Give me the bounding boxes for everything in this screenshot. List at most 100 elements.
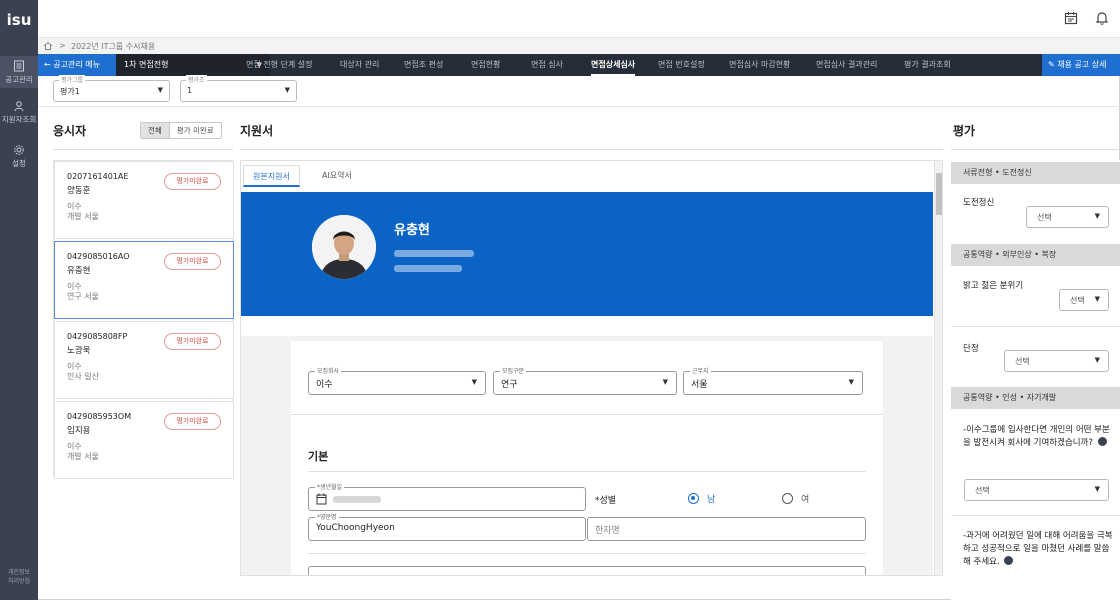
applicant-card[interactable]: 0429085808FP 노광욱 이수 인사 일산 평가미완료 [54,321,234,399]
rail-item-applicants[interactable]: 지원자조회 [0,100,38,130]
profile-banner: 유충현 [241,192,933,316]
applicant-name: 임지용 [67,426,91,436]
back-to-menu-button[interactable]: ← 공고관리 메뉴 [38,54,116,76]
filter-incomplete-button[interactable]: 평가 미완료 [168,123,221,138]
applicant-card[interactable]: 0429085953OM 임지용 이수 개발 서울 평가미완료 [54,401,234,479]
rail-item-settings[interactable]: 설정 [0,144,38,174]
breadcrumb: > 2022년 IT그룹 수시채용 [38,38,1120,54]
eval-score-value: 선택 [1070,296,1085,305]
company-label: 모집회사 [315,366,342,375]
eval-score-value: 선택 [1015,357,1030,366]
nav-tab-interview-status[interactable]: 면접현황 [471,54,500,76]
help-icon[interactable] [1004,556,1014,565]
gender-male-radio[interactable] [688,493,699,504]
form-divider [308,471,866,472]
gear-icon [14,145,24,155]
eval-score-select[interactable]: 선택 ▼ [1026,206,1109,228]
privacy-policy-link[interactable]: 개인정보 처리방침 [0,568,38,586]
nav-tab-result-lookup[interactable]: 평가 결과조회 [904,54,951,76]
location-select[interactable]: 근무지 서울 ▼ [683,366,863,395]
breadcrumb-separator: > [59,41,66,50]
top-bar [38,0,1120,38]
eval-section-header: 공통역량 • 인성 • 자기개발 [951,387,1120,409]
nav-tab-group-formation[interactable]: 면접조 편성 [404,54,443,76]
status-badge: 평가미완료 [164,333,221,350]
bell-icon[interactable] [1094,10,1110,26]
eval-score-value: 선택 [1037,213,1052,222]
applicant-card[interactable]: 0429085016AO 유충현 이수 연구 서울 평가미완료 [54,241,234,319]
nav-tab-detailed-review[interactable]: 면접상세심사 [591,54,636,76]
birthdate-label: *생년월일 [315,482,345,491]
title-divider [53,149,233,150]
applicant-name: 유충현 [67,266,91,276]
status-badge: 평가미완료 [164,253,221,270]
caret-down-icon: ▼ [1094,356,1100,364]
rail-item-job-posting[interactable]: 공고관리 [0,56,38,88]
document-icon [14,60,24,72]
job-posting-detail-button[interactable]: ✎ 채용 공고 상세 [1042,54,1120,76]
eval-section-header: 공통역량 • 외부인상 • 복장 [951,244,1120,266]
category-select[interactable]: 모집구분 연구 ▼ [493,366,677,395]
english-name-value: YouChoongHyeon [316,523,395,533]
calendar-icon[interactable] [1063,10,1079,26]
document-scrollbar[interactable] [934,161,942,575]
company-select[interactable]: 모집회사 이수 ▼ [308,366,486,395]
gender-male-label: 남 [707,495,716,505]
applicant-id: 0429085808FP [67,332,128,341]
english-name-field[interactable]: *영문명 YouChoongHyeon [308,512,586,541]
status-badge: 평가미완료 [164,173,221,190]
hanja-name-field[interactable]: 한자명 [587,517,866,541]
nav-tab-interview-review[interactable]: 면접 심사 [531,54,563,76]
eval-question: -과거에 어려웠던 일에 대해 어려움을 극복하고 성공적으로 일을 마쳤던 사… [963,530,1115,569]
evaluation-panel: 서류전형 • 도전정신 도전정신 선택 ▼ 공통역량 • 외부인상 • 복장 밝… [951,160,1120,600]
nav-tab-stage-settings[interactable]: 면접 전형 단계 설정 [246,54,313,76]
caret-down-icon: ▼ [1094,485,1100,493]
document-tabs: 원본지원서 AI요약서 [241,161,934,191]
eval-score-select[interactable]: 선택 ▼ [964,479,1109,501]
applicant-dept: 인사 일산 [67,372,99,381]
eval-score-select[interactable]: 선택 ▼ [1059,289,1109,311]
left-rail: isu 공고관리 지원자조회 설정 개인정보 처리방침 [0,0,38,600]
home-icon[interactable] [43,41,53,51]
caret-down-icon: ▼ [471,378,477,386]
applicant-dept: 개발 서울 [67,212,99,221]
eval-team-value: 1 [187,86,193,95]
profile-name: 유충현 [394,223,430,238]
breadcrumb-current[interactable]: 2022년 IT그룹 수시채용 [71,41,155,52]
applicant-id: 0429085016AO [67,252,130,261]
eval-team-select[interactable]: 평가조 1 ▼ [180,75,297,102]
isu-logo: isu [6,11,32,29]
nav-tab-target-management[interactable]: 대상자 관리 [340,54,379,76]
rail-label: 설정 [12,159,26,168]
eval-divider [951,515,1120,516]
cta-label: 채용 공고 상세 [1057,60,1107,69]
nav-tab-result-management[interactable]: 면접심사 결과관리 [816,54,877,76]
eval-group-select[interactable]: 평가그룹 평가1 ▼ [53,75,170,102]
section-basic-title: 기본 [308,450,329,463]
title-divider [951,149,1120,150]
next-field[interactable] [308,566,866,575]
birthdate-field[interactable]: *생년월일 [308,482,586,511]
eval-score-select[interactable]: 선택 ▼ [1004,350,1109,372]
nav-tab-closing-status[interactable]: 면접심사 마감현황 [729,54,790,76]
eval-item-label: 단정 [963,344,979,354]
filter-all-button[interactable]: 전체 [141,123,169,138]
eval-item-label: 도전정신 [963,198,995,208]
help-icon[interactable] [1097,437,1107,446]
nav-tab-number-settings[interactable]: 면접 번호설정 [658,54,705,76]
tab-ai-summary[interactable]: AI요약서 [313,165,361,187]
eval-section-header: 서류전형 • 도전정신 [951,162,1120,184]
scrollbar-thumb[interactable] [936,173,942,215]
gender-female-radio[interactable] [782,493,793,504]
rail-label: 지원자조회 [1,115,37,124]
eval-question-text: -과거에 어려웠던 일에 대해 어려움을 극복하고 성공적으로 일을 마쳤던 사… [963,531,1113,567]
caret-down-icon: ▼ [1094,212,1100,220]
gender-female-label: 여 [801,495,810,505]
applicant-card[interactable]: 0207161401AE 양동훈 이수 개발 서울 평가미완료 [54,161,234,239]
pencil-icon: ✎ [1048,60,1055,69]
applicant-dept: 연구 서울 [67,292,99,301]
application-title: 지원서 [240,124,274,138]
applicant-filter-toggle: 전체 평가 미완료 [140,122,222,139]
tab-original-application[interactable]: 원본지원서 [243,165,300,187]
person-icon [14,101,24,112]
